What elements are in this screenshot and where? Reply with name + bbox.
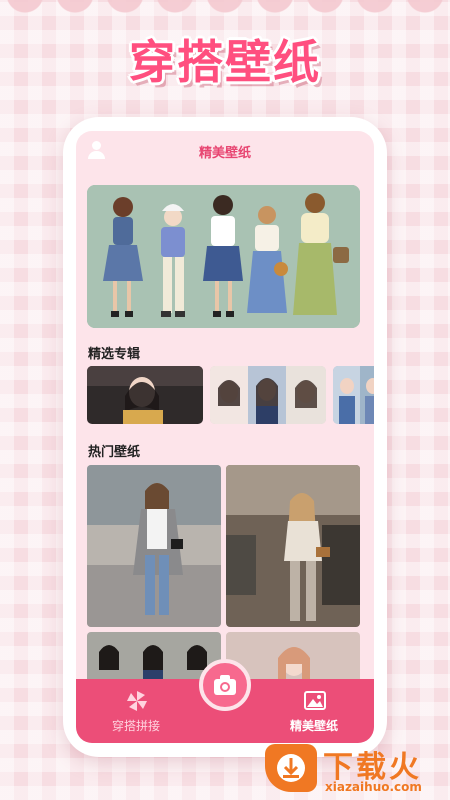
wallpaper-tile[interactable]: [226, 465, 360, 627]
album-card[interactable]: [333, 366, 374, 424]
banner-illustration[interactable]: [87, 185, 360, 328]
tab-wallpaper[interactable]: 精美壁纸: [259, 679, 369, 743]
wallpaper-tile[interactable]: [87, 465, 221, 627]
watermark-logo: 下载火 xiazaihuo.com: [265, 740, 447, 798]
section-title-albums: 精选专辑: [88, 347, 141, 362]
pinwheel-icon: [127, 691, 147, 711]
top-bar: 精美壁纸: [76, 131, 374, 167]
tab-label: 精美壁纸: [289, 719, 338, 733]
watermark-url: xiazaihuo.com: [325, 780, 422, 794]
app-screen: 精美壁纸 精选专辑 热门壁纸 穿搭拼接 精美壁纸: [76, 131, 374, 743]
album-carousel[interactable]: [87, 366, 374, 424]
album-card[interactable]: [210, 366, 326, 424]
promo-title: 穿搭壁纸: [129, 35, 321, 89]
section-title-hot: 热门壁纸: [88, 445, 141, 460]
tab-outfit-collage[interactable]: 穿搭拼接: [81, 679, 191, 743]
page-title: 精美壁纸: [198, 146, 251, 161]
phone-mockup: 精美壁纸 精选专辑 热门壁纸 穿搭拼接 精美壁纸: [63, 117, 387, 757]
image-icon: [304, 691, 326, 710]
album-card[interactable]: [87, 366, 203, 424]
camera-button[interactable]: [199, 659, 251, 711]
download-fire-icon: [265, 744, 317, 792]
tab-label: 穿搭拼接: [111, 719, 160, 733]
camera-icon: [214, 675, 236, 695]
